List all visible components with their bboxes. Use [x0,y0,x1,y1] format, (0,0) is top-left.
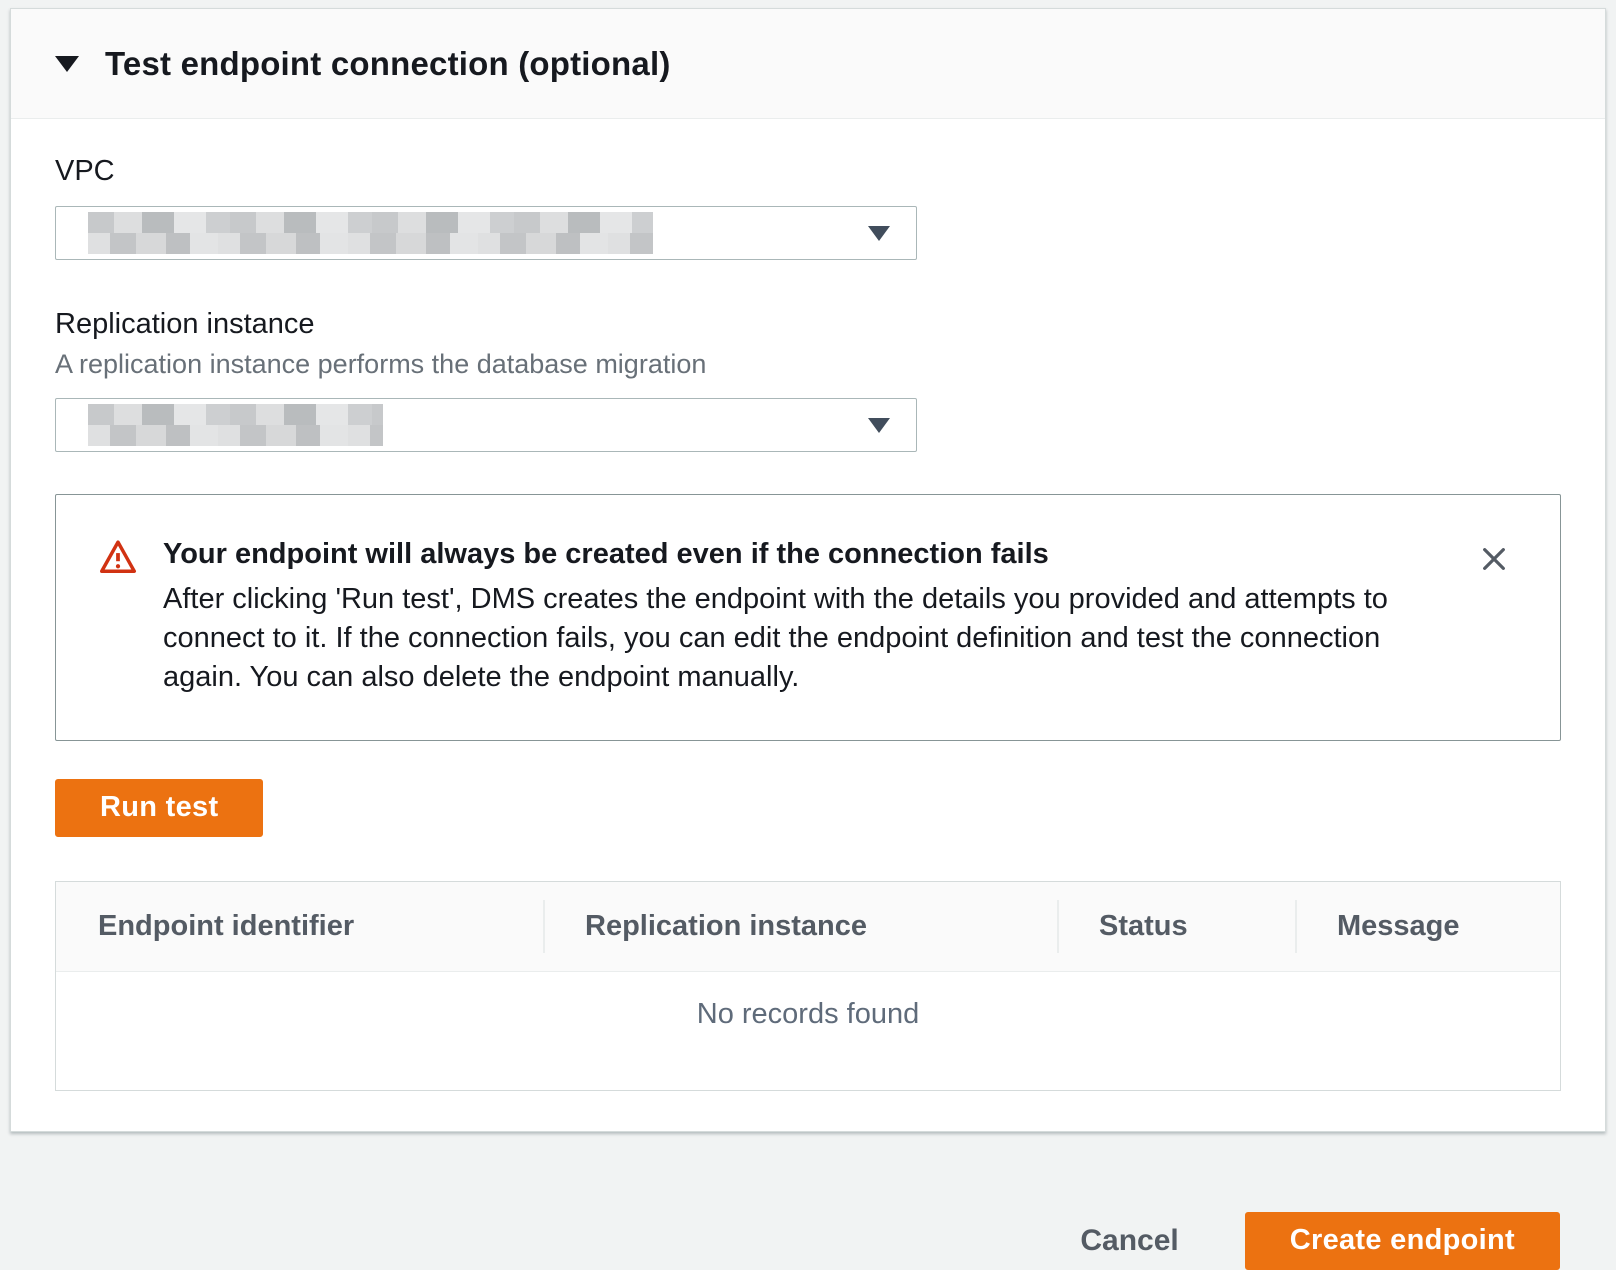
replication-instance-redacted-value [88,404,383,446]
column-header-message: Message [1295,882,1560,971]
warning-alert: Your endpoint will always be created eve… [55,494,1561,741]
test-results-table: Endpoint identifier Replication instance… [55,881,1561,1091]
section-title: Test endpoint connection (optional) [105,45,671,83]
warning-alert-title: Your endpoint will always be created eve… [163,535,1412,574]
run-test-button[interactable]: Run test [55,779,263,837]
column-header-status: Status [1057,882,1295,971]
vpc-select[interactable] [55,206,917,260]
warning-alert-body: After clicking 'Run test', DMS creates t… [163,580,1412,697]
replication-instance-description: A replication instance performs the data… [55,349,1561,380]
section-body: VPC Replication instance A replication i… [11,119,1605,1131]
chevron-down-icon [868,226,890,241]
table-empty-state: No records found [56,972,1560,1090]
table-header-row: Endpoint identifier Replication instance… [56,882,1560,972]
spacer [55,260,1561,308]
test-endpoint-connection-section: Test endpoint connection (optional) VPC … [10,8,1606,1132]
cancel-button[interactable]: Cancel [1080,1224,1178,1258]
replication-instance-select[interactable] [55,398,917,452]
close-icon[interactable] [1472,537,1516,584]
column-header-replication-instance: Replication instance [543,882,1057,971]
chevron-down-icon [868,418,890,433]
vpc-field: VPC [55,155,1561,260]
vpc-label: VPC [55,155,1561,188]
warning-triangle-icon [99,539,137,580]
replication-instance-field: Replication instance A replication insta… [55,308,1561,452]
collapse-caret-icon [55,56,79,72]
section-header-toggle[interactable]: Test endpoint connection (optional) [11,9,1605,119]
column-header-endpoint-identifier: Endpoint identifier [56,882,543,971]
form-actions-footer: Cancel Create endpoint [0,1132,1616,1270]
warning-alert-content: Your endpoint will always be created eve… [163,535,1412,698]
replication-instance-label: Replication instance [55,308,1561,341]
vpc-redacted-value [88,212,653,254]
create-endpoint-button[interactable]: Create endpoint [1245,1212,1560,1270]
